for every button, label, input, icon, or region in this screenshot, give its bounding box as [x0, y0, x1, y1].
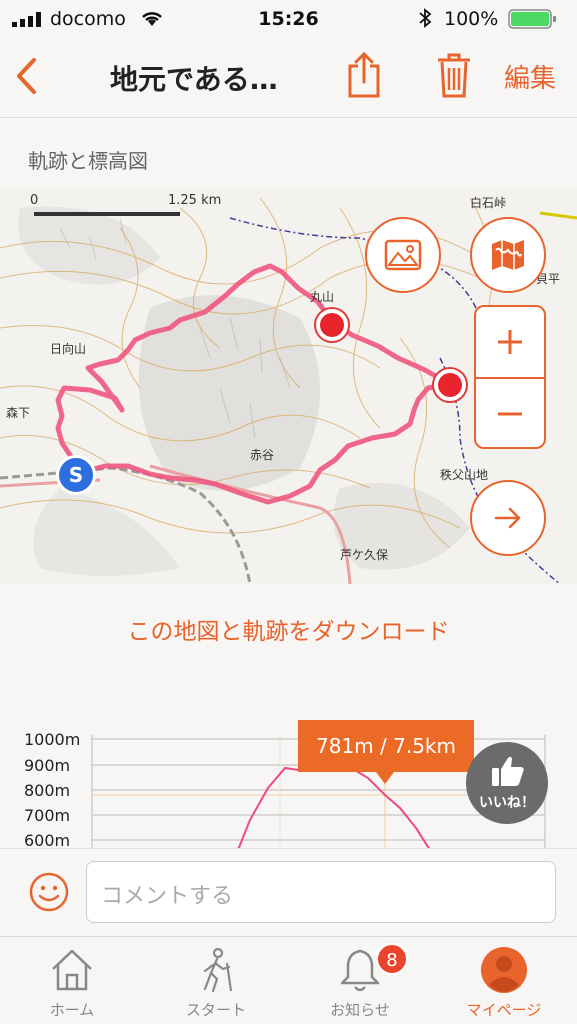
scale-distance: 1.25 km [168, 193, 222, 208]
next-route-button[interactable] [470, 480, 546, 556]
arrow-right-icon [494, 507, 521, 529]
tab-mypage[interactable]: マイページ [432, 937, 576, 1024]
y-tick-label: 800m [24, 781, 71, 800]
map-icon [492, 240, 524, 270]
tab-home[interactable]: ホーム [0, 937, 144, 1024]
photo-layer-button[interactable] [365, 217, 441, 293]
download-map-link[interactable]: この地図と軌跡をダウンロード [0, 612, 577, 646]
elevation-tooltip-text: 781m / 7.5km [316, 734, 456, 758]
walker-icon [203, 947, 233, 993]
zoom-out-button[interactable] [476, 379, 544, 449]
y-tick-label: 700m [24, 806, 71, 825]
trash-icon[interactable] [434, 50, 474, 100]
place-chichibu: 秩父山地 [440, 468, 489, 482]
place-akaya: 赤谷 [250, 448, 275, 462]
plus-icon [498, 330, 522, 354]
bluetooth-icon [419, 8, 432, 28]
place-ashigakubo: 芦ケ久保 [340, 548, 389, 562]
comment-placeholder: コメントする [101, 884, 234, 909]
tooltip-pointer [376, 772, 394, 784]
waypoint-marker[interactable] [431, 366, 469, 404]
route-map[interactable]: 0 1.25 km 白石峠 丸山 日向山 森下 赤谷 秩父山地 芦ケ久保 貝平 … [0, 188, 577, 584]
page-title: 地元である… [110, 63, 278, 96]
tab-start-label: スタート [185, 1001, 246, 1019]
comment-bar: コメントする [0, 848, 577, 936]
zoom-in-button[interactable] [476, 307, 544, 377]
tab-start[interactable]: スタート [144, 937, 288, 1024]
tab-mypage-label: マイページ [466, 1001, 542, 1019]
like-label: いいね！ [479, 795, 535, 811]
image-icon [384, 239, 422, 271]
tab-bar: ホーム スタート 8 お知らせ マイページ [0, 936, 577, 1024]
tab-notifications-label: お知らせ [330, 1001, 390, 1019]
map-type-button[interactable] [470, 217, 546, 293]
track-section-label: 軌跡と標高図 [28, 149, 148, 173]
minus-icon [498, 412, 522, 416]
y-tick-label: 900m [24, 756, 71, 775]
place-maruyama: 丸山 [310, 290, 335, 304]
comment-input[interactable]: コメントする [86, 861, 556, 923]
start-marker-label: S [68, 463, 84, 487]
y-tick-label: 1000m [24, 730, 81, 749]
battery-icon [508, 9, 556, 29]
status-bar: docomo 15:26 100% [0, 0, 577, 38]
like-button[interactable]: いいね！ [466, 742, 548, 824]
place-shiraishi: 白石峠 [470, 196, 507, 210]
zoom-controls [474, 305, 546, 449]
battery-percent: 100% [444, 8, 499, 30]
waypoint-marker[interactable] [313, 306, 351, 344]
home-icon [52, 949, 92, 991]
tab-home-label: ホーム [49, 1001, 95, 1019]
notification-badge: 8 [376, 943, 408, 975]
nav-bar: 地元である… 編集 [0, 38, 577, 118]
edit-button[interactable]: 編集 [504, 58, 556, 95]
emoji-icon[interactable] [28, 871, 70, 913]
start-marker[interactable]: S [56, 455, 96, 495]
back-chevron-icon[interactable] [12, 56, 42, 96]
share-icon[interactable] [344, 50, 384, 100]
user-icon [481, 947, 527, 993]
tab-notifications[interactable]: 8 お知らせ [288, 937, 432, 1024]
scale-zero: 0 [30, 193, 39, 208]
place-morishita: 森下 [6, 406, 31, 420]
place-hinatayama: 日向山 [50, 342, 87, 356]
elevation-tooltip: 781m / 7.5km [298, 720, 474, 772]
thumbs-up-icon [492, 756, 524, 786]
